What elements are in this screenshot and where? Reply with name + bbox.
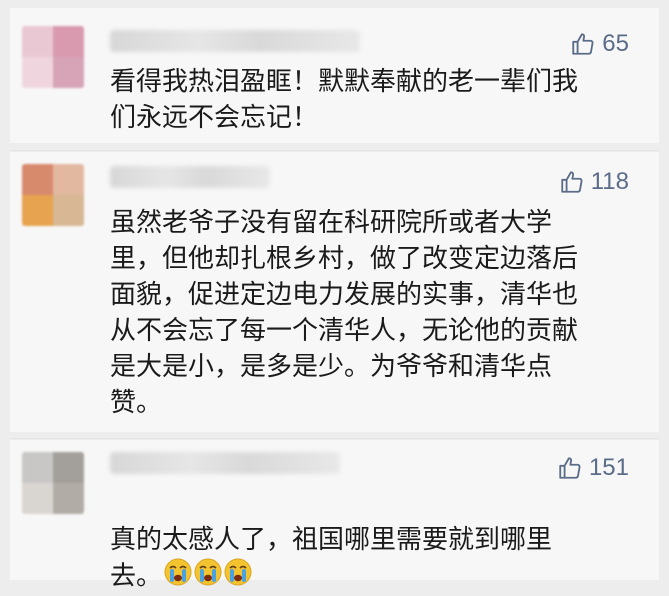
username-redacted[interactable] xyxy=(110,30,360,52)
comment-text: 虽然老爷子没有留在科研院所或者大学 里，但他却扎根乡村，做了改变定边落后 面貌，… xyxy=(110,208,579,418)
divider xyxy=(10,150,659,151)
like-count: 151 xyxy=(588,454,629,481)
comment-card: 118 虽然老爷子没有留在科研院所或者大学 里，但他却扎根乡村，做了改变定边落后… xyxy=(10,152,659,432)
like-button[interactable]: 151 xyxy=(557,454,629,482)
divider xyxy=(10,438,659,439)
comment-text: 看得我热泪盈眶！默默奉献的老一辈们我 们永远不会忘记！ xyxy=(110,67,579,133)
crying-face-icon xyxy=(224,558,252,596)
avatar[interactable] xyxy=(22,26,84,88)
emoji-row xyxy=(162,558,252,592)
like-count: 65 xyxy=(602,30,629,57)
comment-card: 65 看得我热泪盈眶！默默奉献的老一辈们我 们永远不会忘记！ xyxy=(10,8,659,143)
like-button[interactable]: 65 xyxy=(570,30,629,58)
like-button[interactable]: 118 xyxy=(559,168,629,196)
like-count: 118 xyxy=(590,168,629,195)
crying-face-icon xyxy=(164,558,192,596)
avatar[interactable] xyxy=(22,164,84,226)
username-redacted[interactable] xyxy=(110,452,340,474)
username-redacted[interactable] xyxy=(110,166,270,188)
comment-text-container: 真的太感人了，祖国哪里需要就到哪里 去。 xyxy=(110,486,646,596)
comment-card: 151 真的太感人了，祖国哪里需要就到哪里 去。 xyxy=(10,440,659,592)
avatar[interactable] xyxy=(22,452,84,514)
thumbs-up-icon xyxy=(570,31,596,57)
crying-face-icon xyxy=(194,558,222,596)
thumbs-up-icon xyxy=(557,455,583,481)
thumbs-up-icon xyxy=(559,169,585,195)
